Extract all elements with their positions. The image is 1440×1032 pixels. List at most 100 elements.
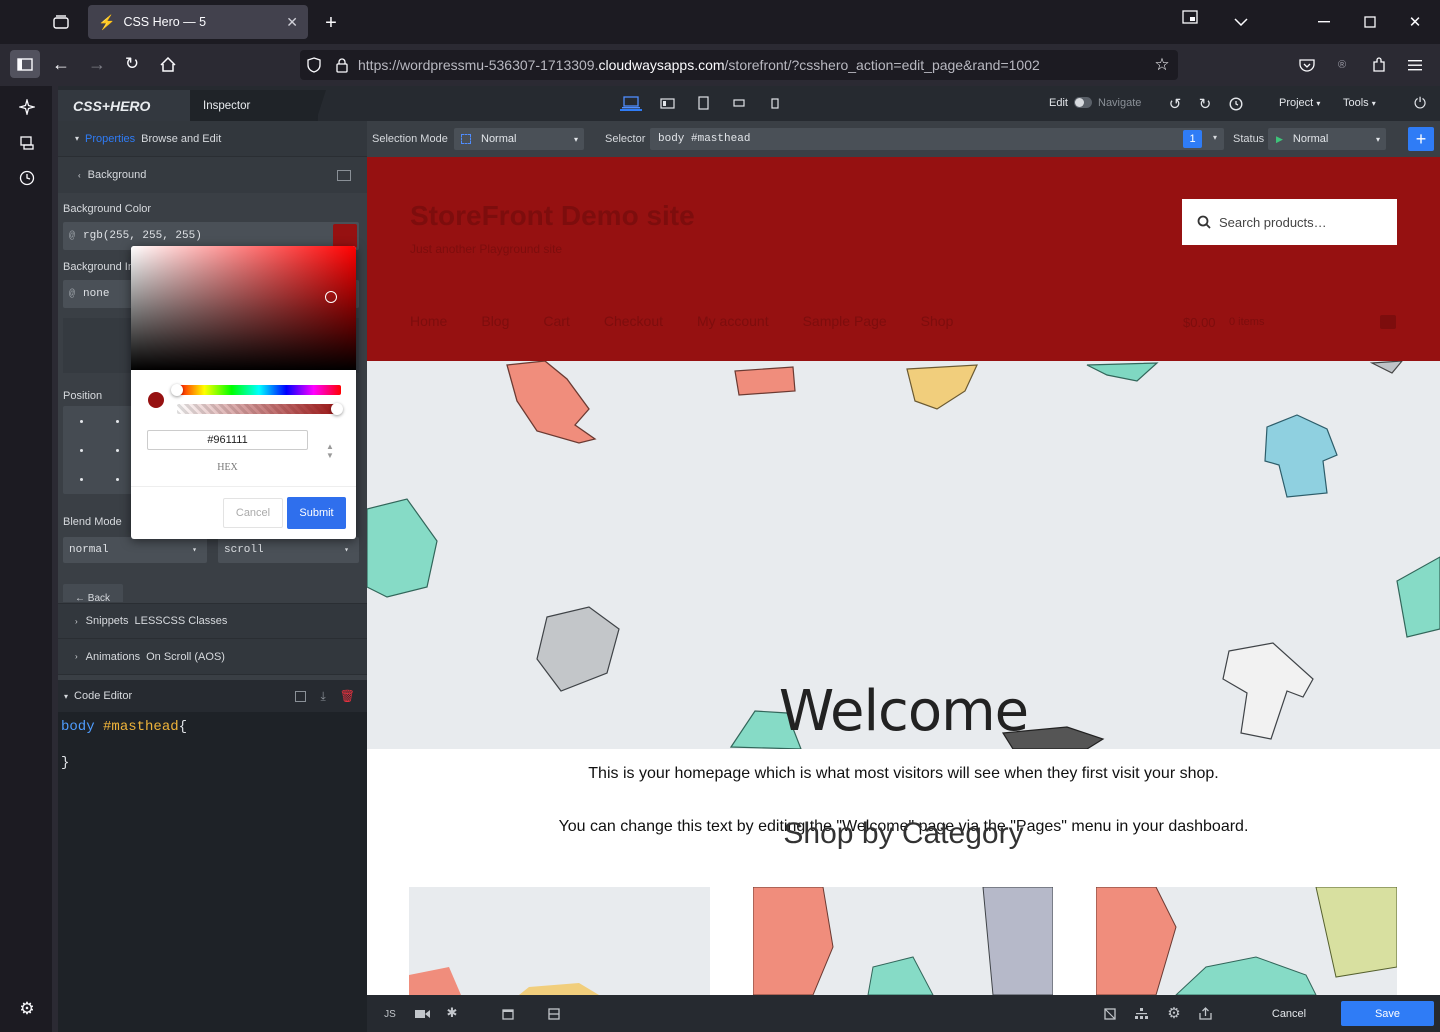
- category-card-2[interactable]: [752, 886, 1054, 995]
- hue-slider[interactable]: [177, 385, 341, 395]
- site-masthead[interactable]: StoreFront Demo site Just another Playgr…: [367, 157, 1440, 361]
- save-code-icon[interactable]: [295, 690, 307, 702]
- new-tab-icon[interactable]: +: [320, 12, 342, 34]
- export-icon[interactable]: [1196, 1005, 1214, 1021]
- selector-field[interactable]: body #masthead: [650, 128, 1224, 150]
- pocket-icon[interactable]: [1297, 55, 1317, 75]
- code-brace-close: }: [61, 755, 70, 771]
- code-editor[interactable]: body #masthead{ }: [58, 712, 367, 1032]
- selection-mode-select[interactable]: Normal ▾: [454, 128, 584, 150]
- history-icon[interactable]: [17, 168, 37, 188]
- saturation-area[interactable]: [131, 246, 356, 370]
- power-icon[interactable]: ⏻: [1410, 94, 1430, 112]
- add-button[interactable]: +: [1408, 127, 1434, 151]
- tab-overview-icon[interactable]: [50, 12, 72, 32]
- site-title[interactable]: StoreFront Demo site: [410, 200, 695, 232]
- animations-section[interactable]: › Animations On Scroll (AOS): [58, 639, 367, 675]
- caret-down-icon[interactable]: ▾: [1213, 133, 1217, 142]
- trash-icon[interactable]: 🗑: [340, 689, 355, 703]
- nav-shop[interactable]: Shop: [921, 313, 954, 329]
- home-icon[interactable]: [158, 54, 178, 74]
- layout-icon[interactable]: [546, 1006, 562, 1022]
- back-button[interactable]: ← Back: [63, 584, 123, 602]
- picture-in-picture-icon[interactable]: [1180, 8, 1200, 26]
- project-menu[interactable]: Project ▾: [1279, 97, 1320, 109]
- settings-gear-icon[interactable]: ⚙: [17, 999, 37, 1019]
- saturation-handle[interactable]: [325, 291, 337, 303]
- back-icon[interactable]: ←: [51, 54, 71, 74]
- menu-icon[interactable]: [1405, 55, 1425, 75]
- tablet-portrait-icon[interactable]: [693, 95, 713, 111]
- url-bar[interactable]: https://wordpressmu-536307-1713309. cloud…: [300, 50, 1178, 80]
- edit-navigate-toggle[interactable]: [1074, 97, 1092, 108]
- blend-mode-select[interactable]: normal ▾: [63, 537, 207, 563]
- sitemap-icon[interactable]: [1133, 1006, 1149, 1022]
- calendar-icon[interactable]: [500, 1006, 516, 1022]
- nav-blog[interactable]: Blog: [481, 313, 509, 329]
- reload-icon[interactable]: ↻: [122, 54, 142, 74]
- color-swatch[interactable]: [333, 224, 357, 248]
- position-grid[interactable]: [63, 406, 135, 494]
- search-products-field[interactable]: Search products…: [1182, 199, 1397, 245]
- desktop-view-icon[interactable]: [620, 95, 642, 111]
- nav-checkout[interactable]: Checkout: [604, 313, 663, 329]
- background-section-header[interactable]: ‹ Background: [58, 157, 367, 193]
- list-tabs-icon[interactable]: [1230, 12, 1252, 32]
- properties-link[interactable]: Properties: [85, 133, 135, 145]
- tab-inspector[interactable]: Inspector: [190, 90, 318, 121]
- js-button[interactable]: JS: [380, 1006, 400, 1022]
- save-label: Save: [1374, 1007, 1401, 1020]
- mobile-landscape-icon[interactable]: [729, 95, 749, 111]
- grid-icon[interactable]: [1102, 1006, 1118, 1022]
- tools-menu[interactable]: Tools ▾: [1343, 97, 1376, 109]
- forward-icon[interactable]: →: [87, 54, 107, 74]
- download-icon[interactable]: ⤓: [320, 689, 325, 704]
- mode-toggle-icon[interactable]: ▲ ▼: [326, 442, 334, 460]
- status-select[interactable]: ▶ Normal ▾: [1268, 128, 1386, 150]
- code-editor-header[interactable]: ▾ Code Editor ⤓ 🗑: [58, 680, 367, 712]
- account-icon[interactable]: ®: [1332, 55, 1352, 75]
- category-card-1[interactable]: [409, 887, 710, 995]
- snippets-section[interactable]: › Snippets LESSCSS Classes: [58, 603, 367, 639]
- nav-home[interactable]: Home: [410, 313, 447, 329]
- nav-sample-page[interactable]: Sample Page: [803, 313, 887, 329]
- primary-nav: Home Blog Cart Checkout My account Sampl…: [410, 313, 953, 329]
- selector-count-badge[interactable]: 1: [1183, 130, 1202, 148]
- extensions-icon[interactable]: [1369, 55, 1389, 75]
- browser-tab[interactable]: ⚡ CSS Hero — 5 ✕: [88, 5, 308, 39]
- window-close-icon[interactable]: ✕: [1405, 12, 1425, 32]
- cart-basket-icon[interactable]: [1380, 315, 1396, 329]
- hex-input[interactable]: #961111: [147, 430, 308, 450]
- undo-icon[interactable]: ↺: [1166, 95, 1184, 113]
- properties-header[interactable]: ▾ Properties Browse and Edit: [58, 121, 367, 157]
- picker-cancel-button[interactable]: Cancel: [223, 498, 283, 528]
- alpha-handle[interactable]: [331, 403, 343, 415]
- cart-items[interactable]: 0 items: [1229, 316, 1264, 328]
- save-button[interactable]: Save: [1341, 1001, 1434, 1026]
- attachment-select[interactable]: scroll ▾: [218, 537, 359, 563]
- ai-sparkle-icon[interactable]: [17, 97, 37, 117]
- maximize-icon[interactable]: [1360, 12, 1380, 32]
- bookmark-star-icon[interactable]: ☆: [1152, 55, 1172, 75]
- cart-total[interactable]: $0.00: [1183, 315, 1216, 330]
- hue-handle[interactable]: [171, 384, 183, 396]
- tablet-landscape-icon[interactable]: [657, 95, 677, 111]
- minimize-icon[interactable]: [1314, 12, 1334, 32]
- close-tab-icon[interactable]: ✕: [286, 14, 298, 31]
- sidebar-toggle-icon[interactable]: [10, 50, 40, 78]
- bug-icon[interactable]: ✱: [443, 1005, 461, 1021]
- shield-icon[interactable]: [305, 55, 323, 75]
- mobile-portrait-icon[interactable]: [765, 95, 785, 111]
- history-clock-icon[interactable]: [1227, 95, 1245, 113]
- settings-icon[interactable]: ⚙: [1165, 1004, 1183, 1022]
- category-card-3[interactable]: [1095, 886, 1398, 995]
- picker-submit-button[interactable]: Submit: [287, 497, 346, 529]
- nav-my-account[interactable]: My account: [697, 313, 769, 329]
- lock-icon[interactable]: [333, 55, 351, 75]
- redo-icon[interactable]: ↻: [1196, 95, 1214, 113]
- video-camera-icon[interactable]: [413, 1006, 431, 1022]
- nav-cart[interactable]: Cart: [543, 313, 569, 329]
- cancel-button[interactable]: Cancel: [1242, 1001, 1336, 1026]
- synced-tabs-icon[interactable]: [17, 133, 37, 153]
- alpha-slider[interactable]: [177, 404, 341, 414]
